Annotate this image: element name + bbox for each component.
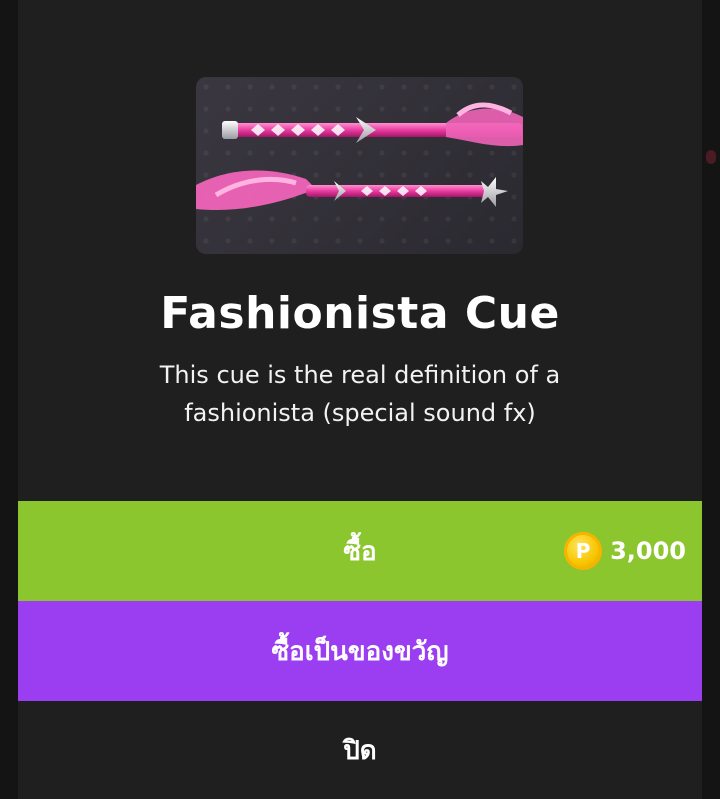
gift-button-label: ซื้อเป็นของขวัญ bbox=[271, 636, 449, 667]
close-button-label: ปิด bbox=[343, 735, 377, 766]
item-dialog: Fashionista Cue This cue is the real def… bbox=[18, 0, 702, 799]
item-title: Fashionista Cue bbox=[160, 288, 560, 339]
close-button[interactable]: ปิด bbox=[18, 701, 702, 799]
backdrop-right bbox=[702, 0, 720, 799]
item-description-line-1: This cue is the real definition of a bbox=[159, 361, 561, 389]
price-value: 3,000 bbox=[610, 537, 686, 565]
buy-button[interactable]: ซื้อ P 3,000 bbox=[18, 501, 702, 601]
item-description-line-2: fashionista (special sound fx) bbox=[184, 399, 536, 427]
price-tag: P 3,000 bbox=[564, 532, 686, 570]
coin-icon: P bbox=[564, 532, 603, 570]
backdrop-indicator bbox=[706, 150, 716, 164]
cue-preview-image bbox=[196, 77, 523, 254]
gift-button[interactable]: ซื้อเป็นของขวัญ bbox=[18, 601, 702, 701]
buy-button-label: ซื้อ bbox=[343, 536, 377, 567]
coin-icon-letter: P bbox=[575, 539, 591, 563]
cue-illustration bbox=[196, 102, 523, 211]
backdrop-left bbox=[0, 0, 18, 799]
item-description: This cue is the real definition of a fas… bbox=[128, 356, 592, 432]
